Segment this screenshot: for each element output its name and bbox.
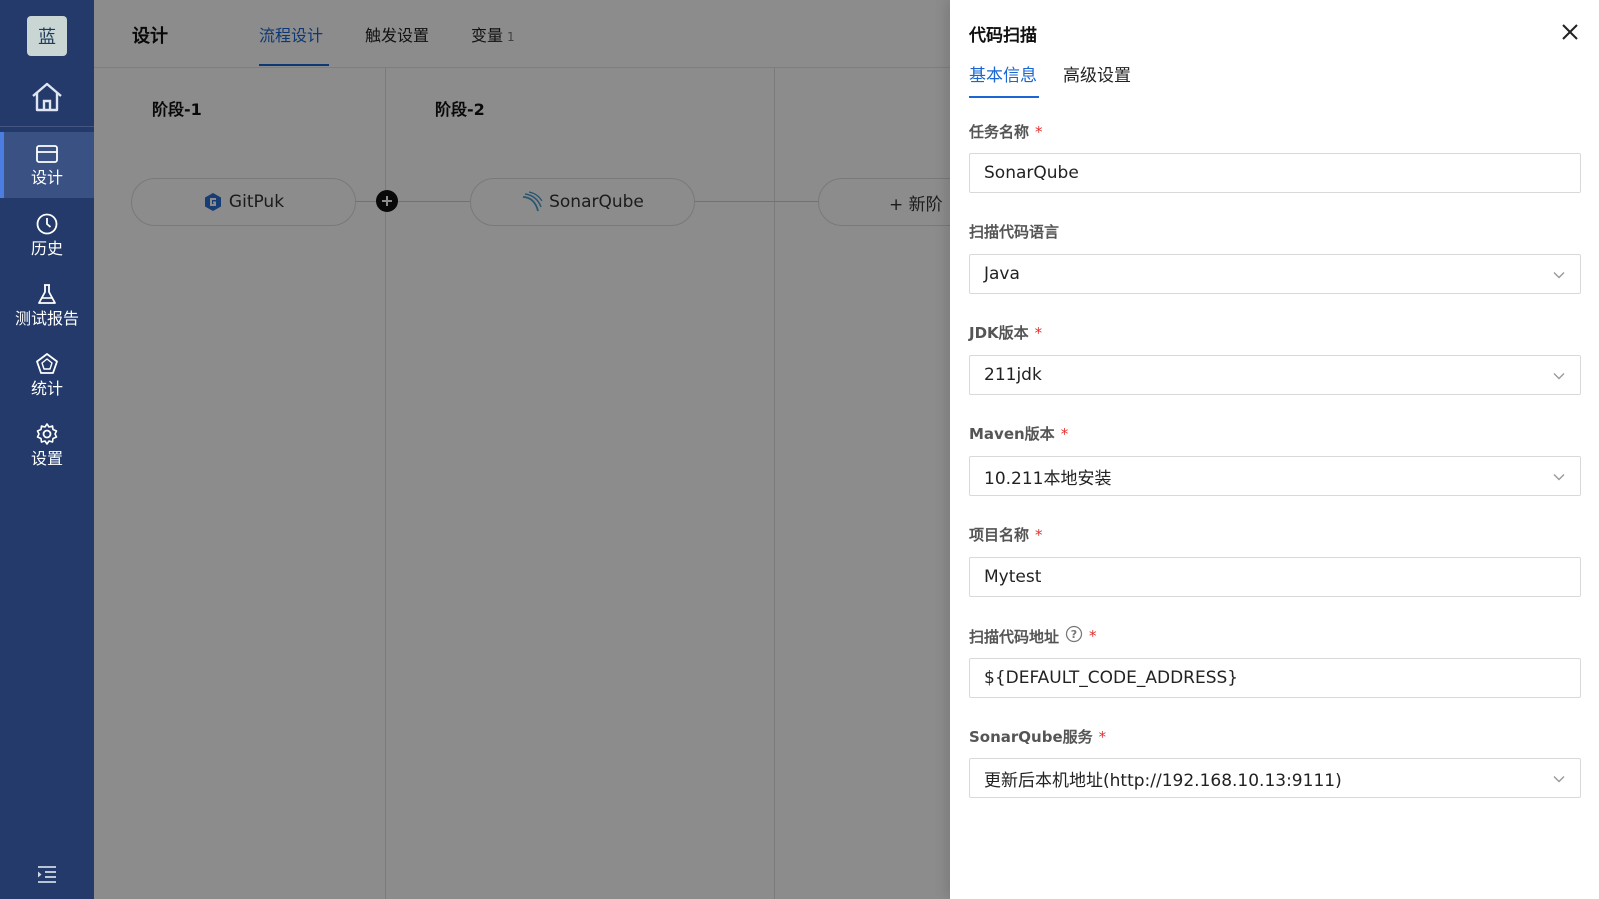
home-button[interactable] (0, 72, 94, 122)
field-label-text: 扫描代码地址 (969, 627, 1060, 646)
field-label-text: 项目名称 (969, 526, 1030, 544)
required-mark: * (1035, 122, 1043, 141)
required-mark: * (1035, 525, 1043, 544)
field-value: Java (984, 264, 1020, 284)
collapse-menu-icon (38, 866, 56, 883)
maven-version-label: Maven版本 * (969, 423, 1068, 444)
required-mark: * (1060, 424, 1069, 443)
sidebar-item-label: 统计 (30, 379, 63, 398)
task-name-label: 任务名称 * (969, 121, 1043, 142)
field-label-text: 扫描代码语言 (969, 223, 1060, 241)
task-config-drawer: 代码扫描 基本信息 高级设置 任务名称 * SonarQube 扫描代码语言 Ja… (950, 0, 1599, 899)
field-value: Mytest (984, 567, 1042, 587)
help-icon[interactable]: ? (1065, 625, 1083, 647)
sidebar-item-test-report[interactable]: 测试报告 (0, 272, 94, 338)
chevron-down-icon (1553, 776, 1565, 783)
project-name-label: 项目名称 * (969, 524, 1043, 545)
jdk-version-select[interactable]: 211jdk (969, 355, 1581, 395)
sonarqube-service-label: SonarQube服务 * (969, 726, 1106, 747)
tab-advanced-settings[interactable]: 高级设置 (1063, 61, 1131, 86)
field-label-text: 任务名称 (969, 123, 1030, 141)
scan-language-label: 扫描代码语言 (969, 221, 1059, 242)
clock-icon (36, 213, 58, 235)
field-value: ${DEFAULT_CODE_ADDRESS} (984, 668, 1239, 688)
field-value: 更新后本机地址(http://192.168.10.13:9111) (984, 770, 1342, 791)
sidebar-item-label: 设置 (30, 449, 63, 468)
maven-version-select[interactable]: 10.211本地安装 (969, 456, 1581, 496)
required-mark: * (1098, 727, 1107, 746)
help-mark: ? (1071, 628, 1077, 641)
pentagon-icon (36, 353, 58, 374)
gear-icon (36, 423, 58, 445)
scan-language-select[interactable]: Java (969, 254, 1581, 294)
modal-overlay[interactable] (94, 0, 950, 899)
task-name-input[interactable]: SonarQube (969, 153, 1581, 193)
scan-address-label: 扫描代码地址 ? * (969, 625, 1097, 647)
required-mark: * (1034, 323, 1043, 342)
project-name-input[interactable]: Mytest (969, 557, 1581, 597)
required-mark: * (1089, 627, 1097, 645)
field-label-text: Maven版本 (969, 425, 1055, 443)
scan-address-input[interactable]: ${DEFAULT_CODE_ADDRESS} (969, 658, 1581, 698)
sidebar-item-label: 设计 (30, 168, 63, 187)
sidebar-item-design[interactable]: 设计 (0, 132, 94, 198)
design-icon (36, 145, 58, 163)
jdk-version-label: JDK版本 * (969, 322, 1042, 343)
sonarqube-service-select[interactable]: 更新后本机地址(http://192.168.10.13:9111) (969, 758, 1581, 798)
sidebar-item-statistics[interactable]: 统计 (0, 342, 94, 408)
sidebar-divider (0, 126, 94, 127)
field-label-text: JDK版本 (969, 324, 1029, 342)
chevron-down-icon (1553, 272, 1565, 279)
app-logo[interactable]: 蓝 (27, 16, 67, 56)
drawer-title: 代码扫描 (969, 26, 1037, 46)
home-icon (32, 82, 62, 112)
sidebar-item-history[interactable]: 历史 (0, 202, 94, 268)
close-icon (1562, 24, 1578, 40)
collapse-menu-button[interactable] (35, 862, 59, 886)
sidebar: 蓝 设计 历史 测试报告 统计 设置 (0, 0, 94, 899)
chevron-down-icon (1553, 474, 1565, 481)
field-value: 10.211本地安装 (984, 468, 1112, 489)
field-value: 211jdk (984, 365, 1042, 385)
tab-basic-info[interactable]: 基本信息 (969, 61, 1037, 86)
flask-icon (38, 284, 56, 304)
field-label-text: SonarQube服务 (969, 728, 1093, 746)
chevron-down-icon (1553, 373, 1565, 380)
close-button[interactable] (1560, 22, 1580, 42)
sidebar-item-label: 测试报告 (14, 309, 79, 328)
field-value: SonarQube (984, 163, 1079, 183)
active-tab-indicator (969, 96, 1039, 98)
sidebar-item-settings[interactable]: 设置 (0, 412, 94, 478)
sidebar-item-label: 历史 (30, 239, 63, 258)
